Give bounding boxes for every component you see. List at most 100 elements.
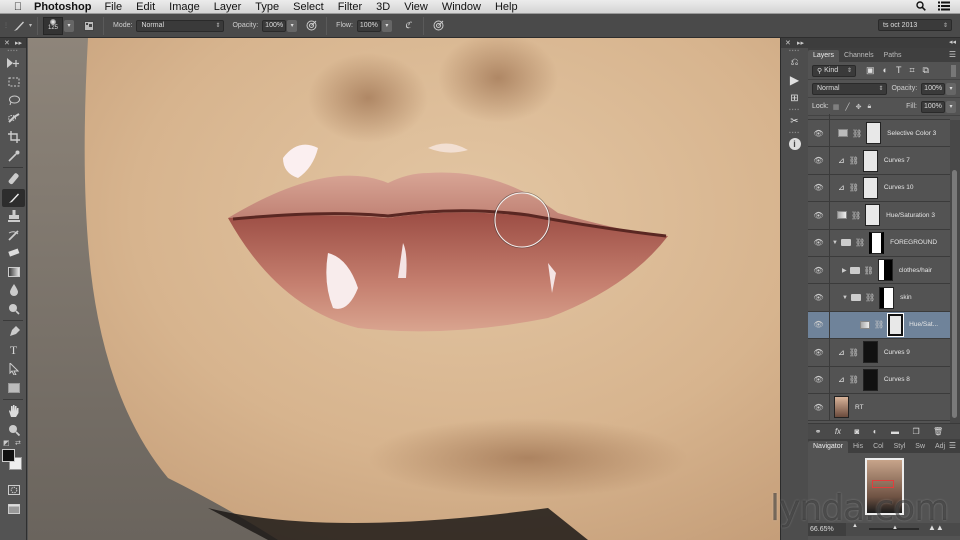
layer-opacity-dropdown[interactable]: ▾ xyxy=(946,82,956,95)
visibility-eye-icon[interactable]: 👁︎ xyxy=(808,366,830,393)
crop-tool[interactable] xyxy=(0,128,27,147)
group-mask-thumbnail[interactable] xyxy=(869,231,885,254)
group-mask-thumbnail[interactable] xyxy=(877,259,893,282)
layer-name[interactable]: clothes/hair xyxy=(899,267,932,274)
layer-name[interactable]: Curves 9 xyxy=(884,349,910,356)
blend-mode-dropdown[interactable]: Normal ⇕ xyxy=(812,82,888,95)
pressure-size-icon[interactable] xyxy=(429,20,449,31)
add-mask-icon[interactable]: ◙ xyxy=(854,427,859,436)
menu-window[interactable]: Window xyxy=(435,1,488,13)
tab-paths[interactable]: Paths xyxy=(879,50,907,62)
menu-filter[interactable]: Filter xyxy=(331,1,369,13)
group-mask-thumbnail[interactable] xyxy=(879,286,895,309)
layers-scrollbar[interactable] xyxy=(950,120,960,423)
new-group-icon[interactable]: ▬ xyxy=(891,427,899,436)
layer-group-row[interactable]: 👁︎ ▼ ⛓︎ skin xyxy=(808,284,950,312)
brush-tool-icon[interactable] xyxy=(9,20,29,32)
healing-brush-tool[interactable] xyxy=(0,170,27,189)
filter-kind-dropdown[interactable]: ⚲ Kind ⇕ xyxy=(812,64,856,77)
tab-layers[interactable]: Layers xyxy=(808,50,840,62)
layer-name[interactable]: Curves 7 xyxy=(884,157,910,164)
path-selection-tool[interactable] xyxy=(0,360,27,379)
close-icon[interactable]: ✕ xyxy=(785,39,791,47)
visibility-eye-icon[interactable]: 👁︎ xyxy=(808,394,830,421)
type-tool[interactable]: T xyxy=(0,342,27,361)
actions-panel-button[interactable]: ▶ xyxy=(781,71,808,89)
brush-panel-toggle-icon[interactable] xyxy=(80,20,98,31)
flow-dropdown[interactable]: ▾ xyxy=(381,19,392,32)
rectangle-tool[interactable] xyxy=(0,379,27,398)
workspace-dropdown[interactable]: ts oct 2013 ⇕ xyxy=(878,19,952,31)
tab-history[interactable]: His xyxy=(848,441,868,453)
shape-filter-icon[interactable]: ⌗ xyxy=(909,65,914,76)
expand-icon[interactable]: ▸▸ xyxy=(797,39,804,47)
pixel-filter-icon[interactable]: ▣ xyxy=(866,65,875,76)
expand-icon[interactable]: ▸▸ xyxy=(15,39,22,47)
eyedropper-tool[interactable] xyxy=(0,147,27,166)
zoom-out-icon[interactable]: ▲ xyxy=(852,523,858,529)
layer-mask-thumbnail[interactable] xyxy=(866,122,882,145)
visibility-eye-icon[interactable]: 👁︎ xyxy=(808,311,830,339)
visibility-eye-icon[interactable]: 👁︎ xyxy=(808,257,830,284)
layer-row[interactable]: 👁︎ ⊿ ⛓︎ Curves 9 xyxy=(808,339,950,367)
layer-name[interactable]: Curves 8 xyxy=(884,376,910,383)
link-chain-icon[interactable]: ⛓︎ xyxy=(874,320,884,329)
brush-preset-dropdown[interactable]: ▾ xyxy=(64,19,75,32)
quick-selection-tool[interactable] xyxy=(0,110,27,129)
foreground-color-swatch[interactable] xyxy=(2,449,15,462)
layer-image-thumbnail[interactable] xyxy=(834,396,849,419)
expand-triangle-icon[interactable]: ▼ xyxy=(832,240,838,246)
link-chain-icon[interactable]: ⛓︎ xyxy=(865,293,875,302)
panel-menu-icon[interactable]: ☰ xyxy=(949,50,956,59)
layer-mask-thumbnail[interactable] xyxy=(862,341,878,364)
move-tool[interactable] xyxy=(0,54,27,73)
menu-type[interactable]: Type xyxy=(248,1,286,13)
zoom-value[interactable]: 66.65% xyxy=(808,523,846,536)
layer-name[interactable]: Curves 10 xyxy=(884,184,914,191)
layer-row[interactable]: 👁︎ ⛓︎ Selective Color 3 xyxy=(808,120,950,148)
link-chain-icon[interactable]: ⛓︎ xyxy=(864,266,874,275)
properties-panel-button[interactable]: ⊞ xyxy=(781,89,808,107)
tab-channels[interactable]: Channels xyxy=(839,50,879,62)
scrollbar-thumb[interactable] xyxy=(952,170,957,418)
opacity-input[interactable]: 100% xyxy=(262,19,287,32)
menu-view[interactable]: View xyxy=(397,1,435,13)
menu-edit[interactable]: Edit xyxy=(129,1,162,13)
document-canvas[interactable] xyxy=(28,38,780,540)
layer-group-row[interactable]: 👁︎ ▼ ⛓︎ FOREGROUND xyxy=(808,229,950,257)
list-icon[interactable] xyxy=(938,1,950,14)
new-layer-icon[interactable]: ❐ xyxy=(912,427,919,436)
layer-row-selected[interactable]: 👁︎ ⛓︎ Hue/Sat... xyxy=(808,311,950,340)
pressure-opacity-icon[interactable] xyxy=(301,20,321,31)
zoom-in-icon[interactable]: ▲▲ xyxy=(928,523,944,532)
menu-image[interactable]: Image xyxy=(162,1,207,13)
link-chain-icon[interactable]: ⛓︎ xyxy=(851,211,861,220)
layer-name[interactable]: skin xyxy=(900,294,912,301)
visibility-eye-icon[interactable]: 👁︎ xyxy=(808,339,830,366)
hand-tool[interactable] xyxy=(0,402,27,421)
tab-styles[interactable]: Styl xyxy=(889,441,911,453)
brush-preset-picker[interactable]: 125 xyxy=(43,16,64,35)
layer-name[interactable]: RT xyxy=(855,404,864,411)
layer-name[interactable]: Selective Color 3 xyxy=(887,130,936,137)
menu-file[interactable]: File xyxy=(97,1,129,13)
blur-tool[interactable] xyxy=(0,281,27,300)
tab-swatches[interactable]: Sw xyxy=(910,441,930,453)
search-icon[interactable] xyxy=(916,0,926,14)
navigator-thumbnail[interactable] xyxy=(865,458,904,515)
fx-icon[interactable]: fx xyxy=(835,427,841,436)
quick-mask-button[interactable] xyxy=(0,481,27,500)
tab-adjustments[interactable]: Adj xyxy=(930,441,950,453)
link-chain-icon[interactable]: ⛓︎ xyxy=(849,375,859,384)
screen-mode-button[interactable] xyxy=(0,500,27,519)
tool-presets-button[interactable]: ✂ xyxy=(781,112,808,130)
link-chain-icon[interactable]: ⛓︎ xyxy=(849,156,859,165)
menu-help[interactable]: Help xyxy=(488,1,525,13)
menu-3d[interactable]: 3D xyxy=(369,1,397,13)
layer-mask-thumbnail[interactable] xyxy=(862,176,878,199)
link-layers-icon[interactable]: ⚭ xyxy=(815,427,822,436)
brush-tool[interactable] xyxy=(2,188,25,207)
clone-stamp-tool[interactable] xyxy=(0,207,27,226)
layer-mask-thumbnail[interactable] xyxy=(862,368,878,391)
visibility-eye-icon[interactable]: 👁︎ xyxy=(808,284,830,311)
